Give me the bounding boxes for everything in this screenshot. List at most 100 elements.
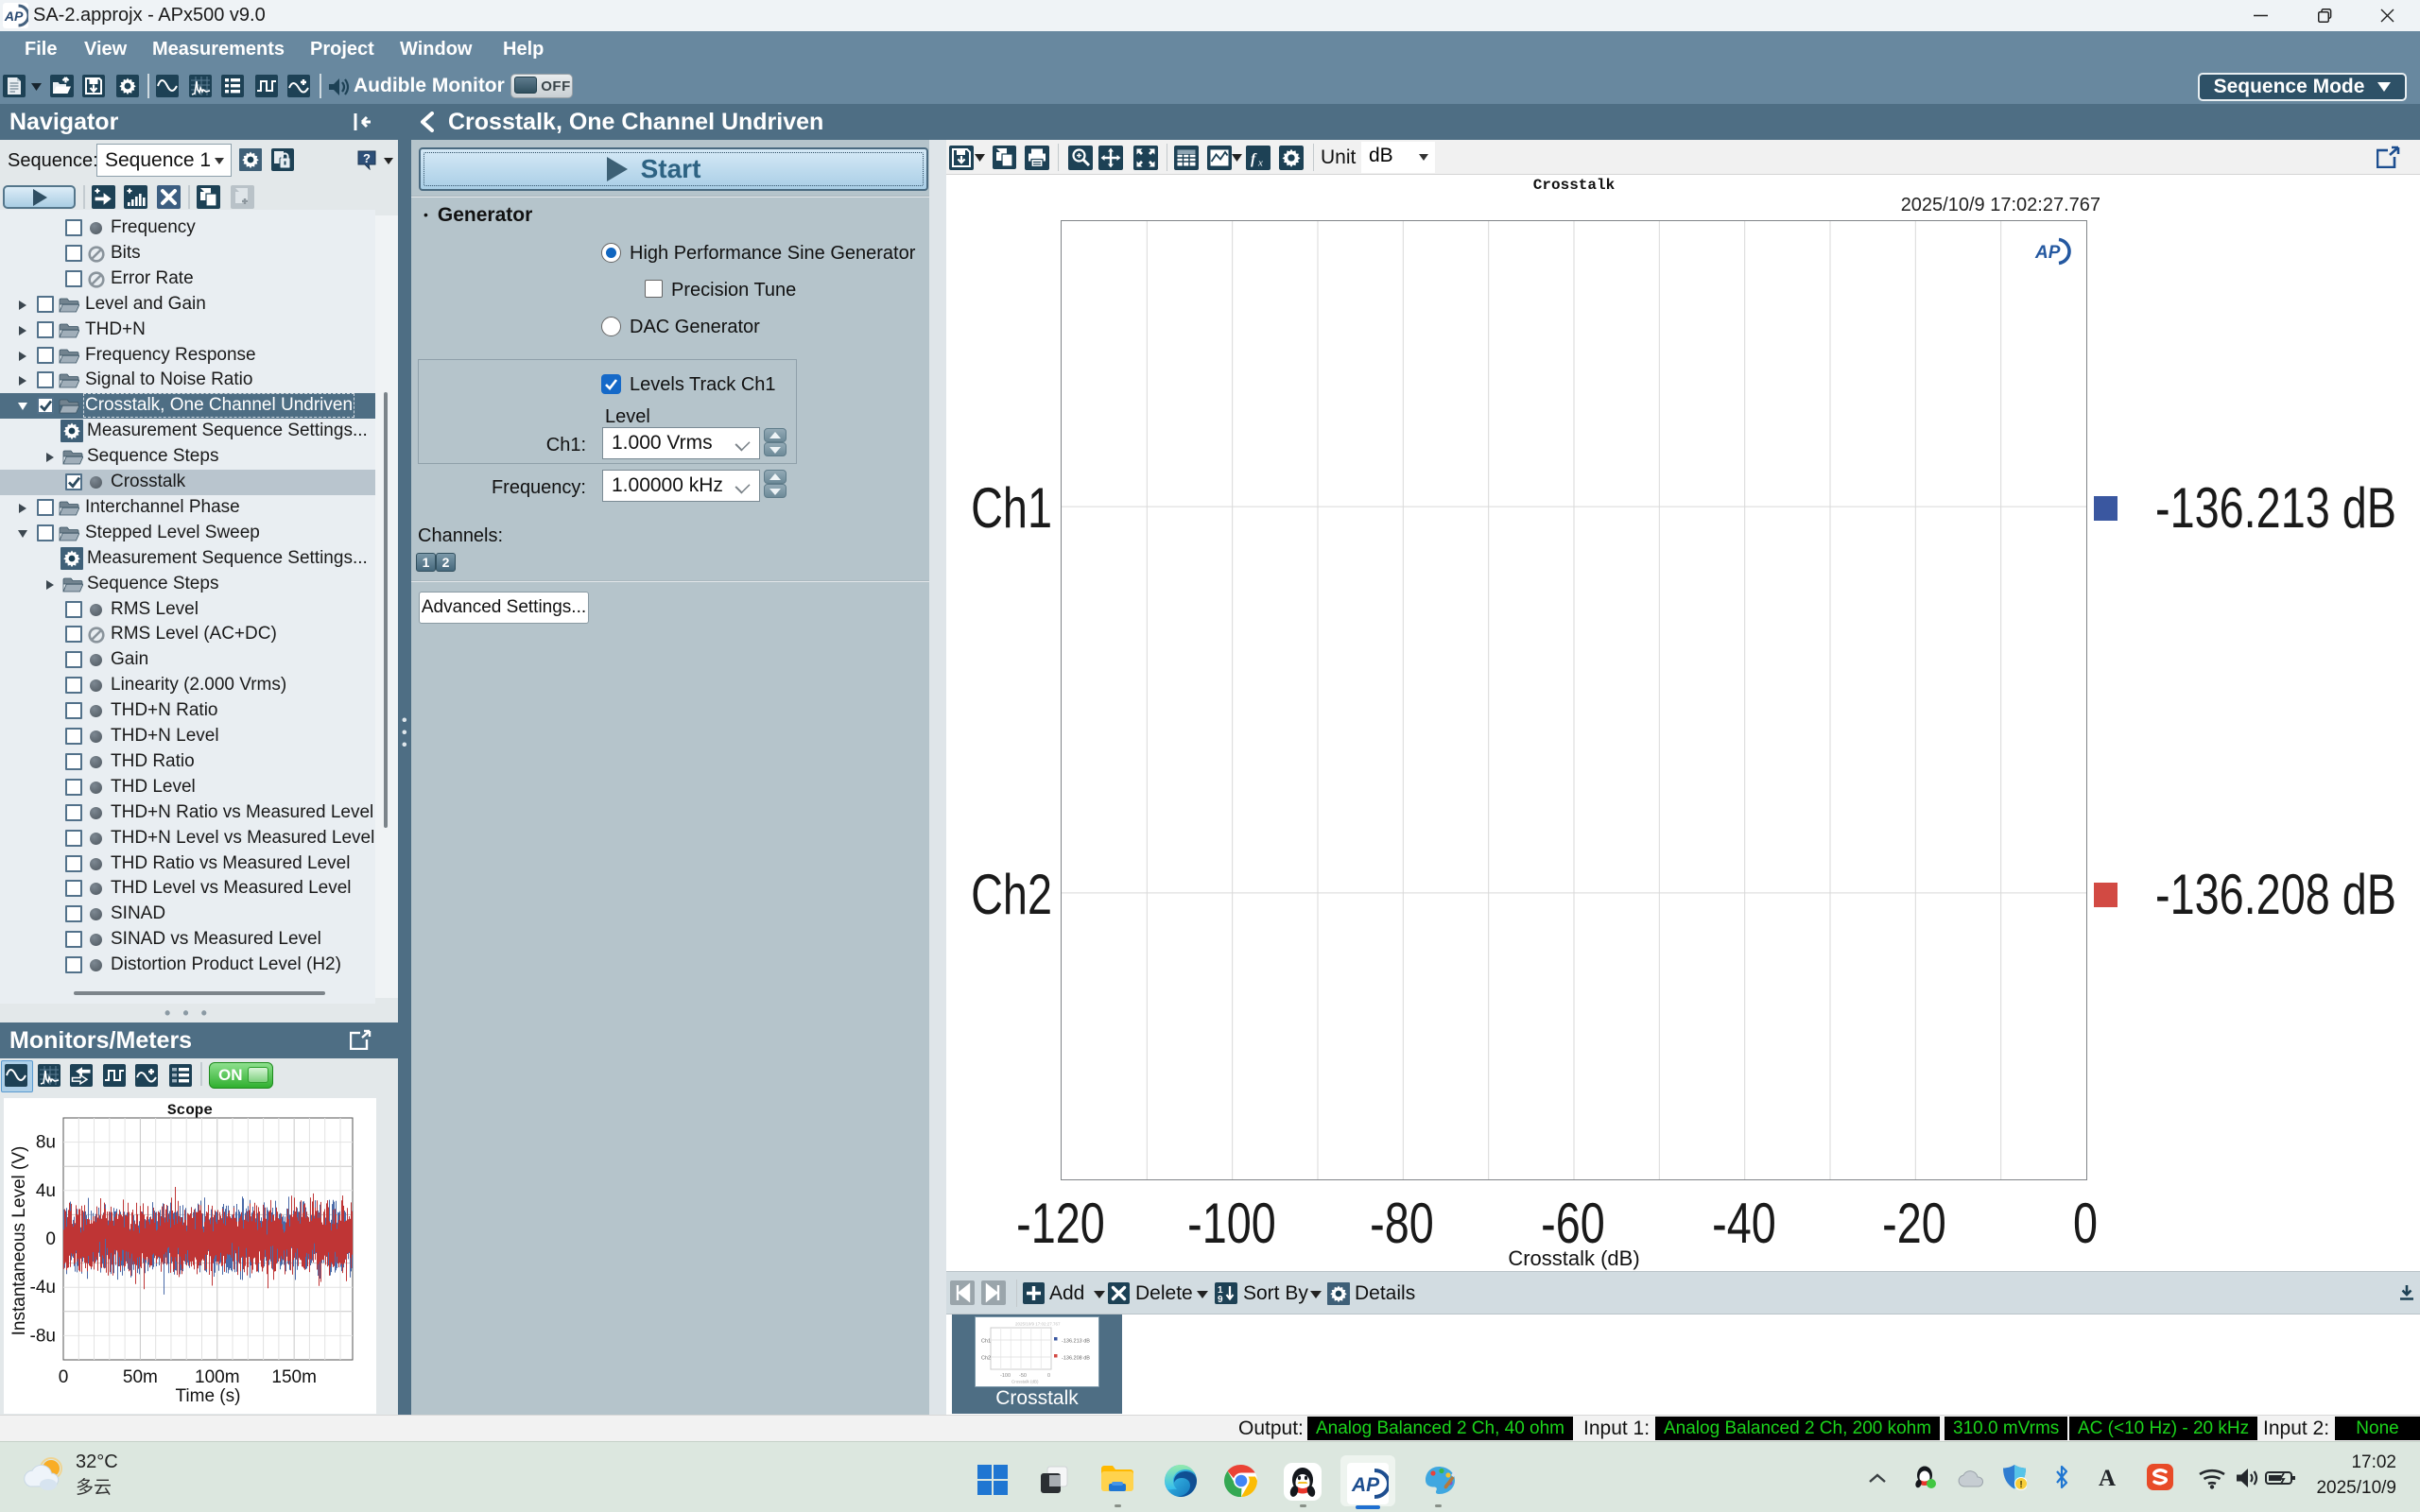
frequency-combo[interactable]: 1.00000 kHz	[602, 470, 760, 502]
tray-shield-icon[interactable]: !	[2002, 1464, 2027, 1490]
tree-checkbox[interactable]	[65, 473, 82, 490]
sort-caret-icon[interactable]	[1310, 1291, 1322, 1298]
tree-checkbox[interactable]	[65, 855, 82, 872]
add-monitor-view-icon[interactable]	[287, 75, 310, 97]
open-project-icon[interactable]	[50, 75, 74, 97]
tray-sogou-icon[interactable]	[2147, 1464, 2173, 1490]
delete-label[interactable]: Delete	[1135, 1272, 1193, 1315]
tree-checkbox[interactable]	[65, 270, 82, 287]
tray-wifi-icon[interactable]	[2198, 1467, 2226, 1489]
graph-type-icon[interactable]	[1207, 146, 1232, 170]
graph-popout-icon[interactable]	[2377, 146, 2401, 168]
scope-view-icon[interactable]	[5, 1064, 27, 1087]
tree-checkbox[interactable]	[65, 905, 82, 922]
monitors-export-icon[interactable]	[350, 1029, 372, 1050]
tree-expander-icon[interactable]	[44, 452, 56, 463]
tree-item[interactable]: THD+N	[0, 318, 375, 343]
io-monitor-icon[interactable]	[70, 1064, 93, 1087]
tree-item[interactable]: Measurement Sequence Settings...	[0, 546, 375, 572]
tree-checkbox[interactable]	[65, 601, 82, 618]
delete-result-icon[interactable]	[1108, 1282, 1130, 1304]
channel-2-button[interactable]: 2	[436, 553, 456, 572]
menu-view[interactable]: View	[84, 31, 127, 68]
minimize-button[interactable]	[2238, 0, 2282, 31]
tree-checkbox[interactable]	[65, 702, 82, 719]
export-results-icon[interactable]	[2397, 1283, 2416, 1302]
navigator-collapse-icon[interactable]	[352, 111, 374, 133]
taskbar-task-view-icon[interactable]	[1037, 1463, 1073, 1499]
tree-checkbox[interactable]	[65, 804, 82, 821]
tree-checkbox[interactable]	[65, 880, 82, 897]
tree-item[interactable]: Level and Gain	[0, 292, 375, 318]
help-caret-icon[interactable]	[384, 158, 393, 164]
tree-checkbox[interactable]	[65, 219, 82, 236]
sequence-select[interactable]: Sequence 1	[96, 144, 232, 177]
tree-checkbox[interactable]	[65, 779, 82, 796]
tree-checkbox[interactable]	[37, 499, 54, 516]
panel-splitter-handle[interactable]: • • •	[0, 1004, 375, 1021]
tree-checkbox[interactable]	[37, 347, 54, 364]
audible-monitor-toggle[interactable]: OFF	[510, 74, 573, 98]
tree-item[interactable]: RMS Level (AC+DC)	[0, 622, 375, 647]
tree-checkbox[interactable]	[37, 397, 54, 414]
frequency-spinner[interactable]	[764, 470, 786, 498]
tree-expander-icon[interactable]	[17, 401, 28, 412]
tree-item[interactable]: Gain	[0, 647, 375, 673]
tree-item[interactable]: SINAD	[0, 902, 375, 927]
sequence-mode-dropdown[interactable]: Sequence Mode	[2198, 73, 2407, 101]
tree-item[interactable]: THD Level	[0, 775, 375, 800]
tree-checkbox[interactable]	[65, 677, 82, 694]
advanced-settings-button[interactable]: Advanced Settings...	[419, 592, 589, 624]
levels-track-checkbox[interactable]	[601, 374, 621, 394]
graph-copy-icon[interactable]	[993, 146, 1016, 169]
fft-view-icon[interactable]	[189, 75, 212, 97]
sequence-lock-icon[interactable]	[271, 148, 294, 171]
tree-item[interactable]: Frequency	[0, 215, 375, 241]
add-result-icon[interactable]	[124, 185, 147, 209]
graph-print-icon[interactable]	[1025, 146, 1049, 170]
help-icon[interactable]: ?	[356, 149, 377, 170]
new-project-icon[interactable]	[3, 75, 26, 97]
weather-widget[interactable]: 32°C 多云	[23, 1452, 118, 1499]
tree-item[interactable]: Interchannel Phase	[0, 495, 375, 521]
tree-checkbox[interactable]	[37, 296, 54, 313]
tray-onedrive-icon[interactable]	[1955, 1469, 1983, 1487]
tree-item[interactable]: THD Ratio	[0, 749, 375, 775]
tree-item[interactable]: Bits	[0, 241, 375, 266]
tree-horizontal-scrollbar[interactable]	[4, 988, 371, 999]
fft-monitor-icon[interactable]	[38, 1064, 60, 1087]
taskbar-win-start-icon[interactable]	[976, 1463, 1011, 1499]
tree-item[interactable]: Signal to Noise Ratio	[0, 368, 375, 393]
tree-item[interactable]: Crosstalk	[0, 470, 375, 495]
tree-item[interactable]: Frequency Response	[0, 343, 375, 369]
ch1-level-spinner[interactable]	[764, 428, 786, 456]
vertical-splitter[interactable]: •••	[398, 140, 411, 1415]
audible-monitor-icon[interactable]	[327, 76, 350, 98]
tree-item[interactable]: Sequence Steps	[0, 444, 375, 470]
tree-expander-icon[interactable]	[17, 351, 28, 362]
dac-radio[interactable]	[601, 317, 621, 336]
channel-1-button[interactable]: 1	[416, 553, 436, 572]
tree-expander-icon[interactable]	[17, 300, 28, 311]
tree-checkbox[interactable]	[65, 651, 82, 668]
taskbar-edge-icon[interactable]	[1163, 1463, 1199, 1499]
last-result-icon[interactable]	[981, 1280, 1006, 1305]
graph-settings-icon[interactable]	[1279, 146, 1304, 170]
square-wave-view-icon[interactable]	[255, 75, 278, 97]
tree-item[interactable]: THD+N Level	[0, 724, 375, 749]
tree-expander-icon[interactable]	[44, 579, 56, 591]
tree-checkbox[interactable]	[65, 728, 82, 745]
tray-volume-icon[interactable]	[2235, 1467, 2261, 1489]
tree-expander-icon[interactable]	[17, 375, 28, 387]
settings-back-icon[interactable]	[419, 112, 434, 132]
menu-help[interactable]: Help	[503, 31, 544, 68]
tree-checkbox[interactable]	[65, 956, 82, 973]
graph-save-icon[interactable]	[949, 146, 974, 170]
details-icon[interactable]	[1327, 1282, 1350, 1305]
taskbar-paint-icon[interactable]	[1420, 1463, 1456, 1499]
run-sequence-button[interactable]	[3, 185, 76, 209]
copy-node-icon[interactable]	[197, 185, 220, 209]
tree-item[interactable]: Stepped Level Sweep	[0, 521, 375, 546]
delete-caret-icon[interactable]	[1197, 1291, 1208, 1298]
tree-expander-icon[interactable]	[17, 528, 28, 540]
